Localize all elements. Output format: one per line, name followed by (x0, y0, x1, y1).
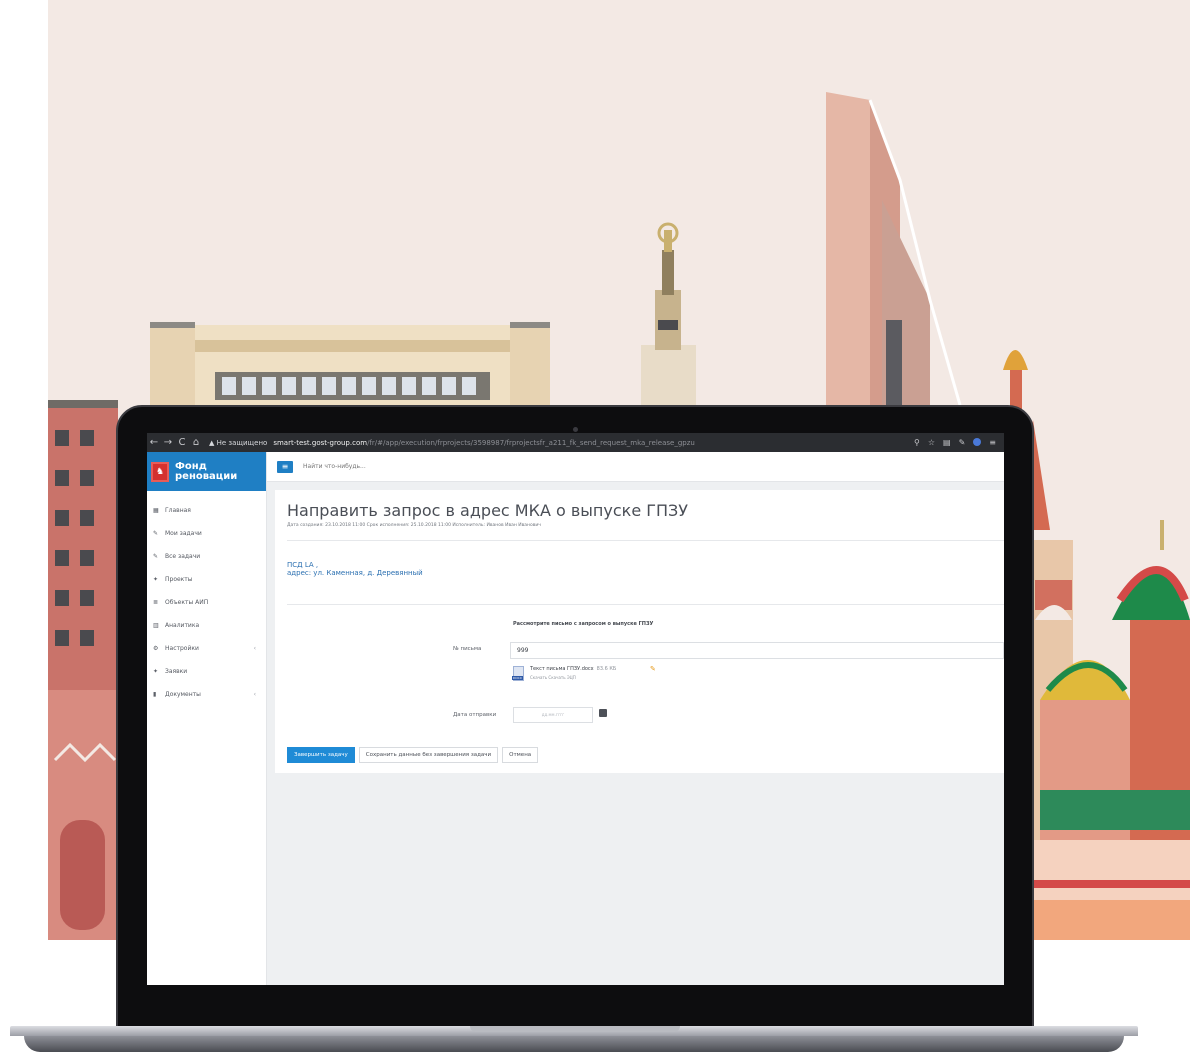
address-bar[interactable]: smart-test.gost-group.com/fr/#/app/execu… (273, 439, 793, 447)
sidebar-item-label: Мои задачи (165, 530, 202, 537)
app-topbar: ≡ (267, 452, 1004, 482)
edit-icon: ✎ (153, 553, 159, 560)
chart-icon: ▥ (153, 622, 159, 629)
profile-avatar[interactable] (973, 438, 982, 446)
cancel-button[interactable]: Отмена (502, 747, 539, 763)
letter-number-field[interactable]: 999 (510, 642, 1004, 659)
zoom-icon[interactable]: ⚲ (914, 438, 920, 447)
signature-icon[interactable]: ✎ (650, 665, 656, 673)
task-meta: Дата создания: 23.10.2018 11:00 Срок исп… (287, 523, 541, 528)
document-icon: ▮ (153, 691, 157, 698)
sidebar-item-settings[interactable]: ⚙ Настройки ‹ (147, 637, 266, 660)
hamburger-menu-icon[interactable]: ≡ (277, 460, 293, 473)
brand-line-1: Фонд (175, 460, 207, 472)
browser-icons: ⚲ ☆ ▤ ✎ ≡ (914, 438, 1004, 447)
sidebar-item-aip-objects[interactable]: ≣ Объекты АИП (147, 591, 266, 614)
red-brick-building (48, 400, 118, 940)
spire-tower (641, 222, 696, 405)
sidebar: ♞ Фонд реновации ▦ Главная ✎ Мои задачи ✎ В… (147, 452, 267, 985)
sidebar-item-requests[interactable]: ✦ Заявки (147, 660, 266, 683)
file-name-row: Текст письма ГПЗУ.docx 83.6 КБ (530, 666, 616, 672)
attached-file: DOCX Текст письма ГПЗУ.docx 83.6 КБ Скача… (512, 665, 656, 681)
sidebar-item-my-tasks[interactable]: ✎ Мои задачи (147, 522, 266, 545)
sidebar-menu: ▦ Главная ✎ Мои задачи ✎ Все задачи ✦ Проект… (147, 491, 266, 706)
object-address[interactable]: ПСД LA , адрес: ул. Каменная, д. Деревян… (287, 561, 423, 577)
file-download-links[interactable]: Скачать Скачать ЭЦП (530, 675, 616, 680)
complete-task-button[interactable]: Завершить задачу (287, 747, 355, 763)
sidebar-item-analytics[interactable]: ▥ Аналитика (147, 614, 266, 637)
brand-name: Фонд реновации (175, 460, 238, 482)
save-without-completing-button[interactable]: Сохранить данные без завершения задачи (358, 747, 499, 763)
historic-building (150, 322, 550, 405)
file-name[interactable]: Текст письма ГПЗУ.docx (530, 666, 594, 672)
search-input[interactable] (303, 463, 503, 470)
url-host: smart-test.gost-group.com (273, 438, 368, 447)
file-size: 83.6 КБ (596, 666, 617, 672)
laptop-camera (573, 427, 578, 432)
sidebar-item-label: Проекты (165, 576, 193, 583)
letter-number-label: № письма (453, 646, 482, 652)
home-icon[interactable]: ⌂ (189, 437, 203, 448)
forward-arrow-icon[interactable]: → (161, 437, 175, 448)
edit-icon: ✎ (153, 530, 159, 537)
brand-line-2: реновации (175, 470, 238, 482)
address-line-2: адрес: ул. Каменная, д. Деревянный (287, 569, 423, 577)
sidebar-item-documents[interactable]: ▮ Документы ‹ (147, 683, 266, 706)
sidebar-item-label: Документы (165, 691, 201, 698)
pen-icon[interactable]: ✎ (959, 438, 966, 447)
chevron-left-icon: ‹ (253, 691, 256, 698)
file-badge: DOCX (512, 676, 523, 680)
send-date-label: Дата отправки (453, 712, 497, 718)
sidebar-item-home[interactable]: ▦ Главная (147, 499, 266, 522)
task-card: Направить запрос в адрес МКА о выпуске Г… (275, 490, 1004, 773)
divider (287, 604, 1004, 605)
list-icon: ≣ (153, 599, 159, 606)
security-warning[interactable]: ▲ Не защищено (209, 439, 267, 447)
pin-icon: ✦ (153, 668, 159, 675)
chevron-left-icon: ‹ (253, 645, 256, 652)
laptop-base-bottom (24, 1036, 1124, 1052)
docx-file-icon: DOCX (512, 666, 524, 681)
action-buttons: Завершить задачу Сохранить данные без за… (287, 747, 539, 763)
divider (287, 540, 1004, 541)
marketing-stage: ← → C ⌂ ▲ Не защищено smart-test.gost-gr… (0, 0, 1190, 1052)
laptop-base (0, 1026, 1190, 1052)
sidebar-item-label: Настройки (165, 645, 199, 652)
form-title: Рассмотрите письмо с запросом о выпуске … (513, 621, 654, 627)
grid-icon: ▦ (153, 507, 159, 514)
browser-toolbar: ← → C ⌂ ▲ Не защищено smart-test.gost-gr… (147, 433, 1004, 452)
menu-icon[interactable]: ≡ (989, 438, 996, 447)
sidebar-item-label: Все задачи (165, 553, 201, 560)
sidebar-item-label: Главная (165, 507, 191, 514)
sidebar-item-label: Объекты АИП (165, 599, 209, 606)
sidebar-item-label: Заявки (165, 668, 188, 675)
sidebar-item-projects[interactable]: ✦ Проекты (147, 568, 266, 591)
laptop-screen: ← → C ⌂ ▲ Не защищено smart-test.gost-gr… (147, 433, 1004, 985)
file-info: Текст письма ГПЗУ.docx 83.6 КБ Скачать Ск… (530, 666, 616, 680)
brand-logo[interactable]: ♞ Фонд реновации (147, 452, 266, 491)
back-arrow-icon[interactable]: ← (147, 437, 161, 448)
calendar-icon[interactable] (599, 709, 607, 717)
star-icon[interactable]: ☆ (928, 438, 935, 447)
laptop-notch (470, 1026, 680, 1032)
moscow-emblem-icon: ♞ (151, 461, 169, 482)
reload-icon[interactable]: C (175, 437, 189, 448)
page-title: Направить запрос в адрес МКА о выпуске Г… (287, 501, 689, 520)
sidebar-item-all-tasks[interactable]: ✎ Все задачи (147, 545, 266, 568)
extensions-icon[interactable]: ▤ (943, 438, 951, 447)
url-path: /fr/#/app/execution/frprojects/3598987/f… (367, 438, 695, 447)
address-line-1: ПСД LA , (287, 561, 319, 569)
skyscraper (826, 92, 962, 406)
send-date-input[interactable]: дд.мм.гггг (513, 707, 593, 723)
sidebar-item-label: Аналитика (165, 622, 200, 629)
gear-icon: ⚙ (153, 645, 159, 652)
pin-icon: ✦ (153, 576, 159, 583)
